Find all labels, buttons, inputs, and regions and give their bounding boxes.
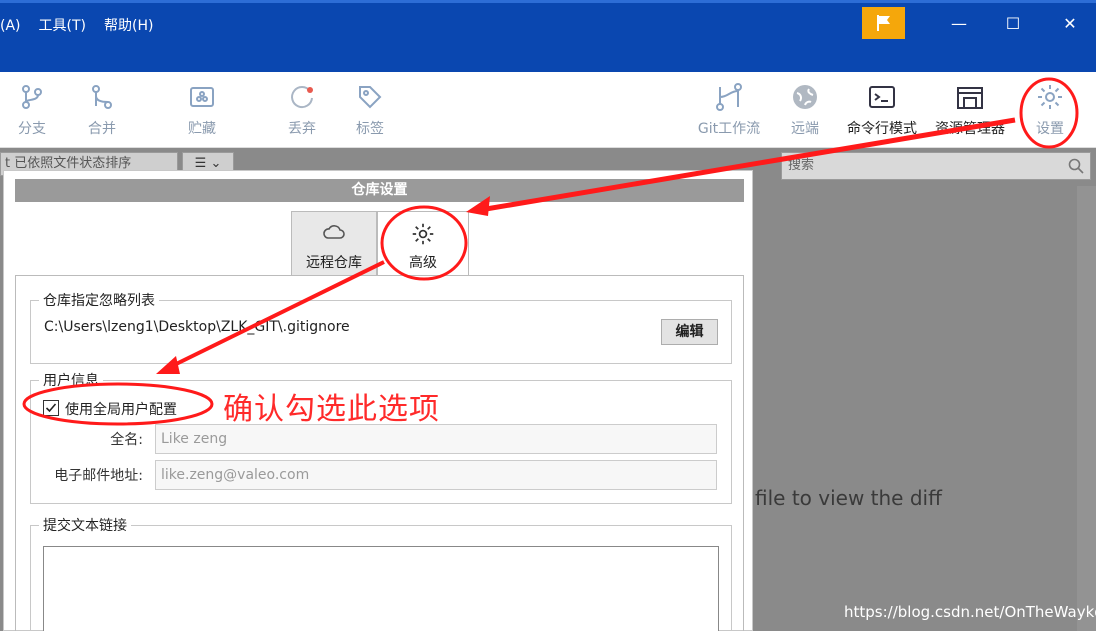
menu-item-help[interactable]: 帮助(H) [104,15,153,35]
explorer-label: 资源管理器 [935,121,1005,137]
email-field[interactable]: like.zeng@valeo.com [155,460,717,490]
toolbar: 分支 合并 贮藏 丢弃 标签 Git工作流 远端 命令行模式 资源管理器 设置 [0,72,1096,148]
commit-links-textarea[interactable] [43,546,719,631]
terminal-label: 命令行模式 [847,121,917,137]
gear-icon [1038,85,1062,109]
user-info-title: 用户信息 [39,370,103,390]
merge-label: 合并 [88,121,116,137]
tag-label: 标签 [356,121,384,137]
annotation-text: 确认勾选此选项 [223,392,440,427]
cloud-icon [323,225,345,239]
ignore-list-group: 仓库指定忽略列表 C:\Users\lzeng1\Desktop\ZLK_GIT… [30,290,732,364]
gitignore-path: C:\Users\lzeng1\Desktop\ZLK_GIT\.gitigno… [44,319,350,335]
minimize-button[interactable]: — [944,11,974,37]
use-global-config-label[interactable]: 使用全局用户配置 [65,399,177,419]
dialog-title: 仓库设置 [15,179,744,202]
terminal-icon [869,86,895,108]
discard-button[interactable]: 丢弃 [280,82,324,138]
discard-label: 丢弃 [288,121,316,137]
watermark: https://blog.csdn.net/OnTheWaykd [844,603,1096,621]
fullname-field[interactable]: Like zeng [155,424,717,454]
menu-bar: 库(A) 工具(T) 帮助(H) [0,15,153,35]
ignore-list-title: 仓库指定忽略列表 [39,290,159,310]
search-input[interactable]: 搜索 [781,152,1091,180]
flag-icon [876,15,890,31]
merge-button[interactable]: 合并 [80,82,124,138]
diff-hint-text: file to view the diff [755,486,942,510]
settings-button[interactable]: 设置 [1030,82,1070,138]
remote-label: 远端 [791,121,819,137]
merge-icon [92,85,112,109]
discard-icon [291,86,313,109]
tab-remote-repos[interactable]: 远程仓库 [291,211,377,275]
gitflow-button[interactable]: Git工作流 [694,82,764,138]
email-label: 电子邮件地址: [54,468,143,484]
commit-text-links-group: 提交文本链接 [30,515,732,631]
settings-label: 设置 [1036,121,1064,137]
tag-icon [359,86,382,109]
tag-button[interactable]: 标签 [348,82,392,138]
tab-remote-label: 远程仓库 [306,255,362,271]
search-placeholder: 搜索 [788,158,815,173]
terminal-button[interactable]: 命令行模式 [843,82,921,138]
menu-item-repository[interactable]: 库(A) [0,15,21,35]
globe-icon [793,85,817,109]
edit-button[interactable]: 编辑 [661,319,718,345]
stash-label: 贮藏 [188,121,216,137]
checkmark-icon [45,403,57,413]
gitflow-icon [716,83,742,111]
branch-button[interactable]: 分支 [10,82,54,138]
remote-button[interactable]: 远端 [783,82,827,138]
commit-text-links-title: 提交文本链接 [39,515,131,535]
branch-icon [22,85,42,109]
folder-icon [957,87,983,109]
use-global-config-checkbox[interactable] [43,400,59,416]
menu-item-tools[interactable]: 工具(T) [39,15,86,35]
fullname-label: 全名: [110,432,143,448]
stash-icon [190,87,214,107]
advanced-tab-panel: 仓库指定忽略列表 C:\Users\lzeng1\Desktop\ZLK_GIT… [15,275,744,631]
tab-advanced-label: 高级 [409,255,437,271]
gitflow-label: Git工作流 [697,121,761,137]
tab-advanced[interactable]: 高级 [377,211,469,276]
stash-button[interactable]: 贮藏 [180,82,224,138]
branch-label: 分支 [18,121,46,137]
gear-icon [412,223,434,245]
search-icon [1068,158,1084,174]
flag-button[interactable] [862,7,905,39]
maximize-button[interactable]: ☐ [998,11,1028,37]
vertical-scrollbar[interactable] [1077,186,1096,631]
title-bar: 库(A) 工具(T) 帮助(H) — ☐ ✕ [0,0,1096,72]
explorer-button[interactable]: 资源管理器 [930,82,1010,138]
close-button[interactable]: ✕ [1055,11,1085,37]
